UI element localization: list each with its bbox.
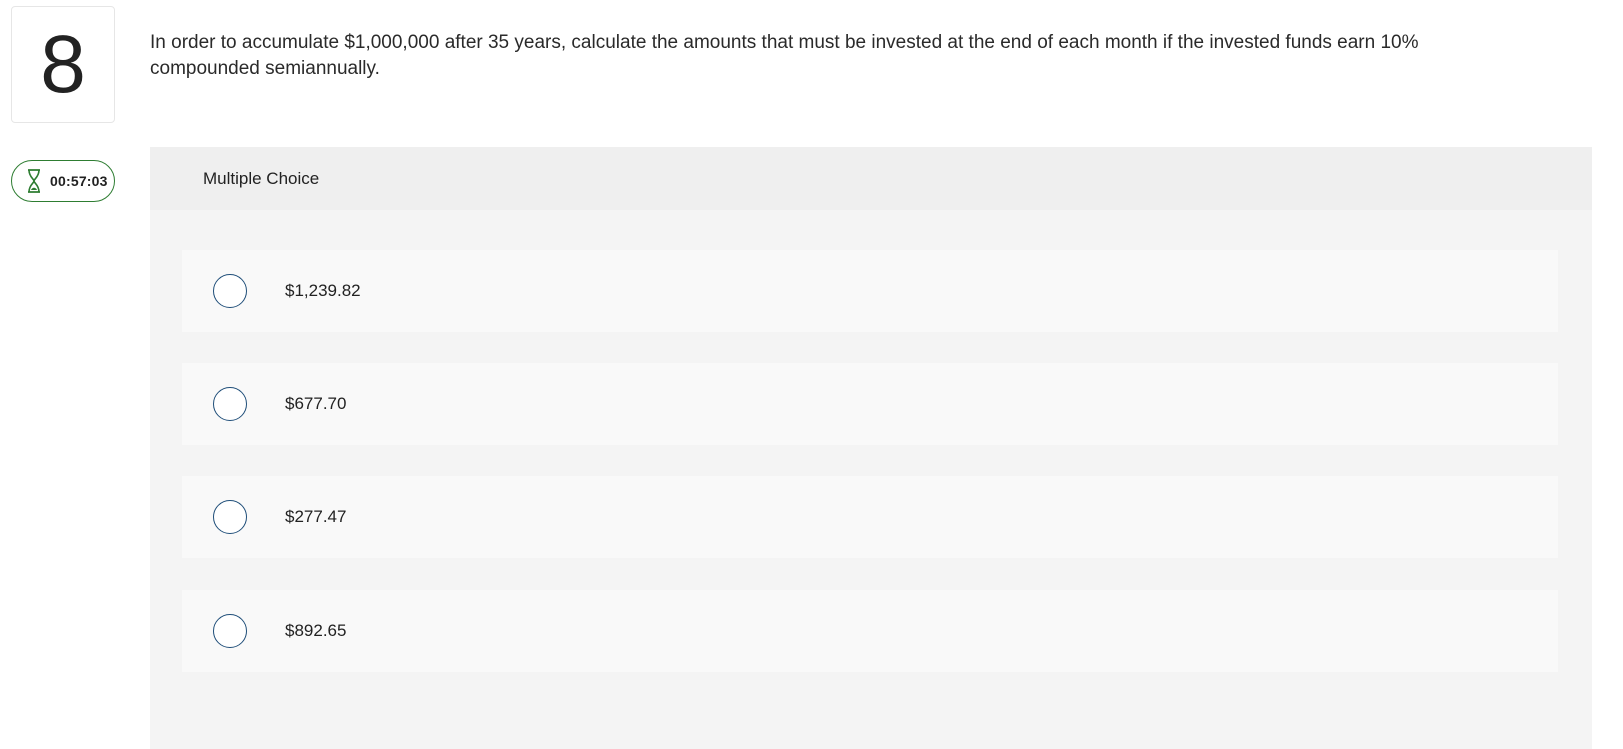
answer-option-label: $677.70 bbox=[285, 394, 347, 413]
question-text: In order to accumulate $1,000,000 after … bbox=[150, 32, 1419, 79]
multiple-choice-header: Multiple Choice bbox=[150, 147, 1592, 210]
quiz-page: 8 00:57:03 In order to accumulate $1,000… bbox=[0, 0, 1623, 749]
question-number: 8 bbox=[40, 18, 86, 110]
answer-option[interactable]: $677.70 bbox=[182, 363, 1558, 445]
answer-option-label: $1,239.82 bbox=[285, 281, 361, 300]
answer-option[interactable]: $1,239.82 bbox=[182, 250, 1558, 332]
answer-option-label: $892.65 bbox=[285, 621, 347, 640]
question-number-box: 8 bbox=[11, 6, 115, 123]
hourglass-icon bbox=[26, 169, 42, 193]
radio-button[interactable] bbox=[213, 387, 247, 421]
answer-option[interactable]: $277.47 bbox=[182, 476, 1558, 558]
timer-value: 00:57:03 bbox=[50, 173, 108, 189]
multiple-choice-panel: Multiple Choice $1,239.82 $677.70 $277.4… bbox=[150, 147, 1592, 749]
answer-option[interactable]: $892.65 bbox=[182, 590, 1558, 672]
radio-button[interactable] bbox=[213, 500, 247, 534]
answer-option-label: $277.47 bbox=[285, 507, 347, 526]
radio-button[interactable] bbox=[213, 274, 247, 308]
radio-button[interactable] bbox=[213, 614, 247, 648]
timer-badge[interactable]: 00:57:03 bbox=[11, 160, 115, 202]
